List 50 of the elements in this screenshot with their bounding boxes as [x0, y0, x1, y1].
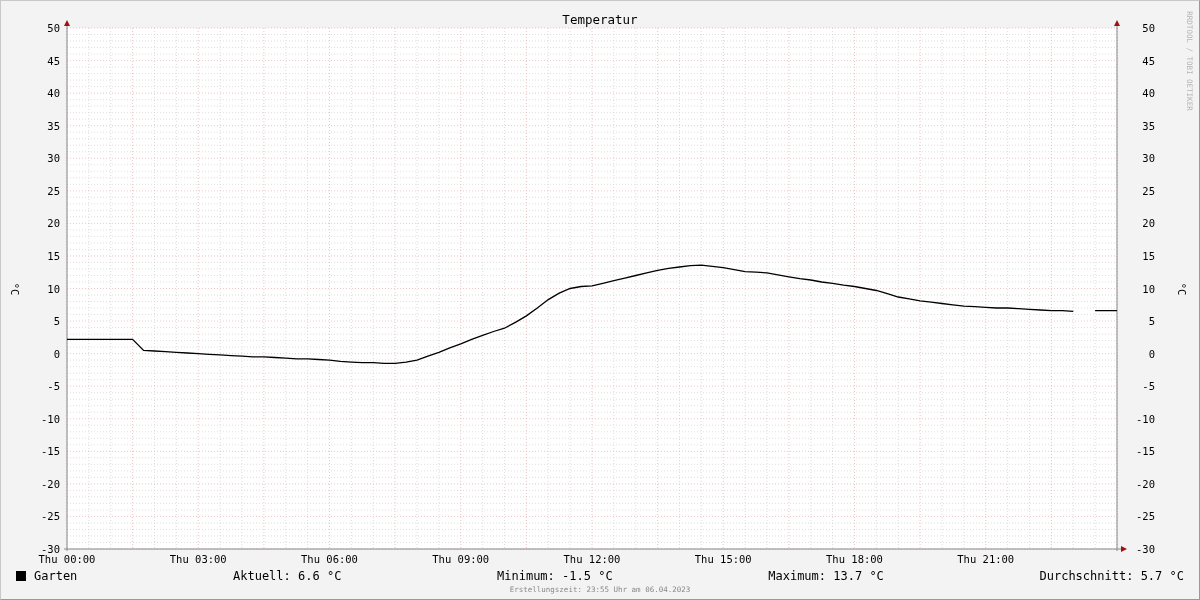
y-axis-tick-label: 15	[1142, 249, 1155, 262]
y-axis-tick-label: 30	[47, 152, 60, 165]
y-axis-tick-label: -25	[1136, 510, 1155, 523]
x-axis-tick-label: Thu 18:00	[826, 553, 883, 565]
y-axis-tick-label: 10	[1142, 282, 1155, 295]
legend-stat: Maximum: 13.7 °C	[768, 567, 884, 585]
y-axis-tick-label: 40	[1142, 87, 1155, 100]
y-axis-label: °C	[1176, 282, 1188, 296]
y-axis-tick-label: 20	[47, 217, 60, 230]
y-axis-tick-label: 0	[1148, 347, 1155, 360]
y-axis-tick-label: -30	[1136, 543, 1155, 555]
y-axis-tick-label: 25	[47, 184, 60, 197]
y-axis-tick-label: 35	[47, 119, 60, 132]
x-axis-tick-label: Thu 06:00	[301, 553, 358, 565]
y-axis-tick-label: 30	[1142, 152, 1155, 165]
y-axis-tick-label: 25	[1142, 184, 1155, 197]
legend-stat: Durchschnitt: 5.7 °C	[1039, 567, 1184, 585]
y-axis-tick-label: 50	[47, 22, 60, 34]
y-axis-tick-label: -10	[41, 412, 60, 425]
y-axis-tick-label: 5	[1148, 315, 1155, 328]
y-axis-tick-label: 45	[1142, 54, 1155, 67]
y-axis-tick-label: -15	[1136, 445, 1155, 458]
x-axis-tick-label: Thu 09:00	[432, 553, 490, 565]
y-axis-tick-label: -5	[47, 380, 60, 393]
legend-stat: Aktuell: 6.6 °C	[233, 567, 342, 585]
legend-stat: Minimum: -1.5 °C	[497, 567, 613, 585]
y-axis-tick-label: -30	[41, 543, 60, 555]
y-axis-tick-label: 45	[47, 54, 60, 67]
y-axis-tick-label: -15	[41, 445, 60, 458]
y-axis-tick-label: -5	[1142, 380, 1155, 393]
y-axis-tick-label: 40	[47, 87, 60, 100]
y-axis-label: °C	[9, 282, 21, 296]
x-axis-tick-label: Thu 00:00	[38, 553, 96, 565]
y-axis-tick-label: 5	[53, 315, 60, 328]
y-axis-tick-label: 0	[53, 347, 60, 360]
x-axis-tick-label: Thu 03:00	[169, 553, 227, 565]
y-axis-tick-label: -20	[41, 477, 60, 490]
y-axis-tick-label: 15	[47, 249, 60, 262]
y-axis-tick-label: -25	[41, 510, 60, 523]
chart-title: Temperatur	[562, 12, 638, 27]
y-axis-tick-label: 50	[1142, 22, 1155, 34]
y-axis-tick-label: -20	[1136, 477, 1155, 490]
y-axis-tick-label: 35	[1142, 119, 1155, 132]
y-axis-tick-label: -10	[1136, 412, 1155, 425]
legend-label: Garten	[34, 567, 78, 585]
y-axis-tick-label: 10	[47, 282, 60, 295]
x-axis-tick-label: Thu 12:00	[563, 553, 621, 565]
x-axis-tick-label: Thu 15:00	[694, 553, 752, 565]
y-axis-tick-label: 20	[1142, 217, 1155, 230]
x-axis-tick-label: Thu 21:00	[957, 553, 1015, 565]
